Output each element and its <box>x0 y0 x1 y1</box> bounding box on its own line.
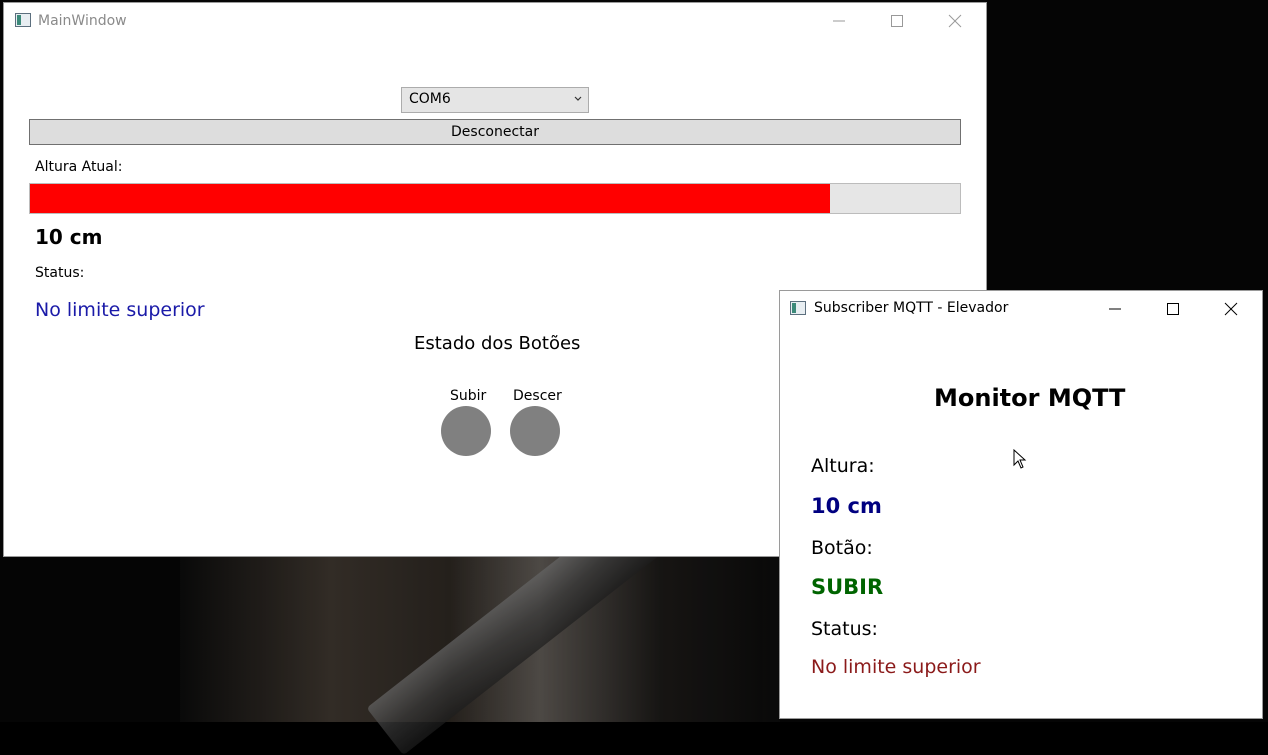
maximize-button[interactable] <box>1144 291 1202 327</box>
app-icon <box>15 13 31 27</box>
maximize-icon <box>1167 303 1179 315</box>
mqtt-window-titlebar[interactable]: Subscriber MQTT - Elevador <box>780 291 1262 327</box>
mqtt-height-value: 10 cm <box>811 494 882 518</box>
up-button-indicator <box>441 406 491 456</box>
window-title: MainWindow <box>38 13 127 29</box>
mqtt-button-value: SUBIR <box>811 575 884 599</box>
disconnect-button[interactable]: Desconectar <box>29 119 961 145</box>
minimize-icon <box>1109 308 1121 310</box>
height-progress-fill <box>30 184 830 213</box>
mouse-cursor-icon <box>1013 449 1027 469</box>
close-icon <box>1224 302 1238 316</box>
mqtt-heading: Monitor MQTT <box>934 384 1126 412</box>
mqtt-window-title: Subscriber MQTT - Elevador <box>814 300 1009 316</box>
minimize-icon <box>833 20 845 22</box>
status-value: No limite superior <box>35 299 205 321</box>
mqtt-button-label: Botão: <box>811 537 873 559</box>
port-select-value: COM6 <box>409 91 451 107</box>
up-button-label: Subir <box>450 388 487 404</box>
height-value: 10 cm <box>35 225 103 249</box>
buttons-section-title: Estado dos Botões <box>414 333 581 354</box>
port-select[interactable]: COM6 <box>401 87 589 113</box>
down-button-indicator <box>510 406 560 456</box>
close-button[interactable] <box>1202 291 1260 327</box>
mqtt-status-value: No limite superior <box>811 656 981 678</box>
down-button-label: Descer <box>513 388 562 404</box>
status-label: Status: <box>35 265 85 281</box>
main-window-titlebar[interactable]: MainWindow <box>4 3 986 39</box>
chevron-down-icon <box>574 96 582 101</box>
close-icon <box>948 14 962 28</box>
mqtt-window: Subscriber MQTT - Elevador Monitor MQTT … <box>780 291 1262 718</box>
app-icon <box>790 301 806 315</box>
mqtt-height-label: Altura: <box>811 455 875 477</box>
close-button[interactable] <box>926 3 984 39</box>
maximize-icon <box>891 15 903 27</box>
minimize-button[interactable] <box>1086 291 1144 327</box>
minimize-button[interactable] <box>810 3 868 39</box>
maximize-button[interactable] <box>868 3 926 39</box>
wallpaper-figure <box>180 504 780 755</box>
height-progress-bar <box>29 183 961 214</box>
mqtt-status-label: Status: <box>811 618 878 640</box>
height-label: Altura Atual: <box>35 159 123 175</box>
